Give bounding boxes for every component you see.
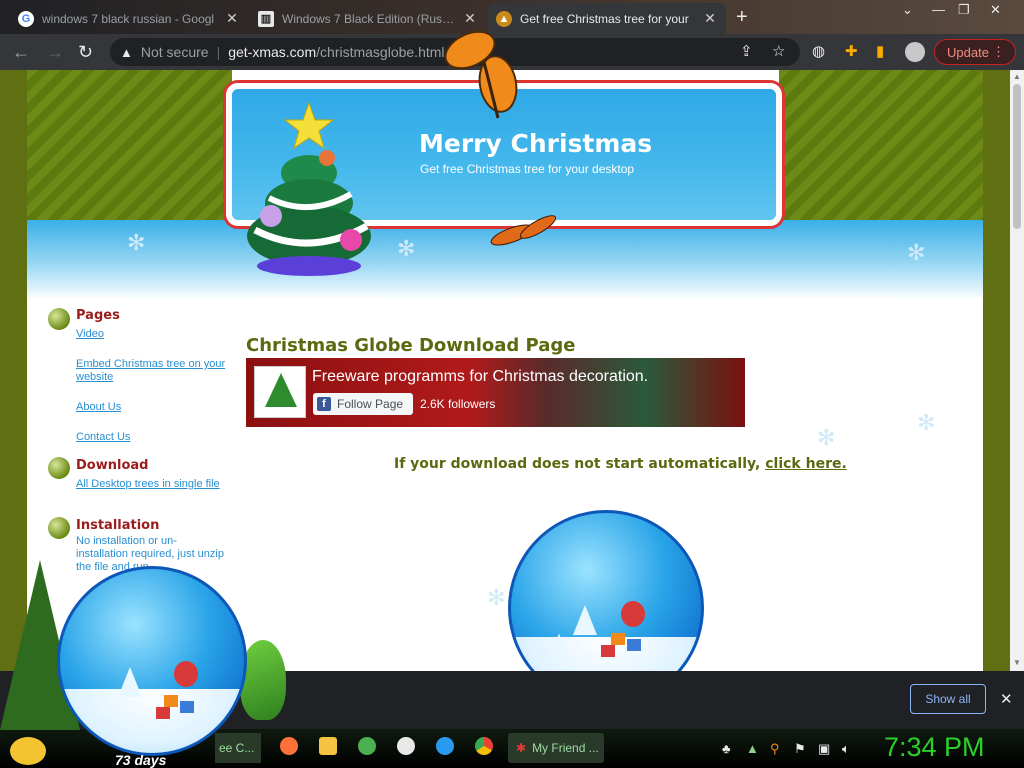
- scroll-up-icon[interactable]: ▲: [1013, 72, 1021, 81]
- security-label[interactable]: Not secure: [141, 44, 209, 60]
- my-friend-app-icon: ✱: [516, 741, 527, 755]
- sidebar-link-video[interactable]: Video: [76, 328, 226, 341]
- sidebar-link-about[interactable]: About Us: [76, 401, 226, 414]
- globe-countdown-label: 73 days: [115, 752, 167, 768]
- download-notice: If your download does not start automati…: [394, 456, 847, 472]
- snowflake-icon: ✻: [397, 236, 416, 261]
- new-tab-button[interactable]: +: [736, 7, 748, 27]
- snowflake-icon: ✻: [907, 240, 926, 265]
- fb-page-title[interactable]: Freeware programms for Christmas decorat…: [312, 368, 648, 386]
- snowflake-icon: ✻: [817, 425, 836, 450]
- desktop-parrot-widget: [240, 640, 286, 720]
- butterfly-icon: [444, 30, 518, 119]
- desktop-snow-globe-widget[interactable]: [57, 566, 247, 756]
- chrome-icon[interactable]: [475, 737, 493, 755]
- tray-tree-icon[interactable]: ♣: [722, 741, 731, 756]
- tray-flag-icon[interactable]: ⚑: [794, 741, 806, 757]
- extension-flag-icon[interactable]: ◍: [812, 44, 825, 60]
- url-host: get-xmas.com: [228, 44, 317, 60]
- edge-browser-icon[interactable]: [436, 737, 454, 755]
- snow-globe-image: [508, 510, 704, 671]
- ornament-bullet-icon: [48, 457, 70, 479]
- url-path: /christmasglobe.html: [316, 44, 445, 60]
- forward-arrow-icon[interactable]: →: [46, 42, 64, 62]
- taskbar-item-my-friend[interactable]: ✱ My Friend ...: [508, 733, 604, 763]
- close-tab-icon[interactable]: ✕: [224, 10, 240, 27]
- side-panel-icon[interactable]: ▮: [876, 44, 884, 60]
- snowflake-icon: ✻: [127, 230, 146, 255]
- minimize-icon[interactable]: —: [932, 2, 945, 17]
- snowflake-icon: ✻: [487, 585, 506, 610]
- christmas-tree-illustration: [247, 101, 371, 276]
- sidebar-link-all-trees[interactable]: All Desktop trees in single file: [76, 478, 226, 491]
- page-scrollbar[interactable]: ▲ ▼: [1010, 70, 1024, 671]
- warning-triangle-icon[interactable]: ▲: [120, 45, 133, 60]
- tray-network-icon[interactable]: ▣: [818, 741, 830, 757]
- tray-volume-icon[interactable]: 🔈︎: [842, 741, 850, 757]
- close-tab-icon[interactable]: ✕: [702, 10, 718, 27]
- fb-follow-label: Follow Page: [337, 397, 404, 411]
- update-button[interactable]: Update ⋮: [934, 39, 1016, 65]
- taskbar-clock[interactable]: 7:34 PM: [884, 732, 985, 763]
- banner-title: Merry Christmas: [419, 129, 653, 158]
- archive-icon: ▥: [258, 10, 274, 27]
- fb-follow-button[interactable]: f Follow Page: [313, 393, 413, 415]
- sidebar-heading-download: Download: [76, 458, 149, 473]
- yandex-browser-icon[interactable]: [397, 737, 415, 755]
- app-green-icon[interactable]: [358, 737, 376, 755]
- tab-title: Windows 7 Black Edition (Russia: [282, 11, 456, 26]
- tab-search-chevron-icon[interactable]: ⌄: [902, 2, 913, 18]
- facebook-icon: f: [317, 397, 331, 411]
- snowflake-icon: ✻: [917, 410, 936, 435]
- banner-subtitle: Get free Christmas tree for your desktop: [420, 162, 635, 176]
- tab-title: Get free Christmas tree for your: [520, 11, 689, 26]
- fb-followers-count: 2.6K followers: [420, 397, 496, 411]
- sidebar-heading-installation: Installation: [76, 518, 160, 533]
- firefox-icon[interactable]: [280, 737, 298, 755]
- page-title: Christmas Globe Download Page: [246, 335, 576, 356]
- ornament-bullet-icon: [48, 308, 70, 330]
- url-separator: |: [216, 44, 221, 60]
- start-button-smiley[interactable]: [10, 737, 46, 765]
- restore-icon[interactable]: ❐: [958, 2, 970, 18]
- back-arrow-icon[interactable]: ←: [12, 42, 30, 62]
- ornament-bullet-icon: [48, 517, 70, 539]
- header-stripes-left: [27, 70, 232, 226]
- tray-search-icon[interactable]: ⚲: [770, 741, 780, 757]
- kebab-menu-icon[interactable]: ⋮: [992, 44, 1005, 60]
- tab-google-search[interactable]: G windows 7 black russian - Googl ✕: [10, 3, 248, 34]
- taskbar-item-label: My Friend ...: [532, 741, 599, 755]
- sidebar-link-embed[interactable]: Embed Christmas tree on your website: [76, 358, 226, 384]
- tab-title: windows 7 black russian - Googl: [42, 11, 215, 26]
- reload-icon[interactable]: ↻: [78, 42, 93, 62]
- sidebar-heading-pages: Pages: [76, 308, 120, 323]
- window-close-icon[interactable]: ✕: [990, 2, 1001, 18]
- sidebar-link-contact[interactable]: Contact Us: [76, 431, 226, 444]
- scroll-down-icon[interactable]: ▼: [1013, 658, 1021, 667]
- download-click-here-link[interactable]: click here.: [765, 456, 847, 472]
- update-label: Update: [947, 44, 989, 60]
- google-icon: G: [18, 10, 34, 27]
- download-prompt-text: If your download does not start automati…: [394, 456, 761, 472]
- scrollbar-thumb[interactable]: [1013, 84, 1021, 229]
- bookmark-star-icon[interactable]: ☆: [772, 44, 785, 60]
- profile-avatar[interactable]: [905, 42, 925, 62]
- fb-page-thumbnail[interactable]: [254, 366, 306, 418]
- tray-xmas-icon[interactable]: ▲: [746, 741, 759, 756]
- close-download-shelf-icon[interactable]: ✕: [1000, 690, 1013, 708]
- header-stripes-right: [779, 70, 983, 226]
- facebook-page-widget[interactable]: Freeware programms for Christmas decorat…: [246, 358, 745, 427]
- show-all-downloads-button[interactable]: Show all: [910, 684, 986, 714]
- file-explorer-icon[interactable]: [319, 737, 337, 755]
- butterfly-icon: [490, 215, 557, 246]
- extensions-puzzle-icon[interactable]: ✚: [845, 44, 858, 60]
- share-icon[interactable]: ⇪: [740, 44, 753, 60]
